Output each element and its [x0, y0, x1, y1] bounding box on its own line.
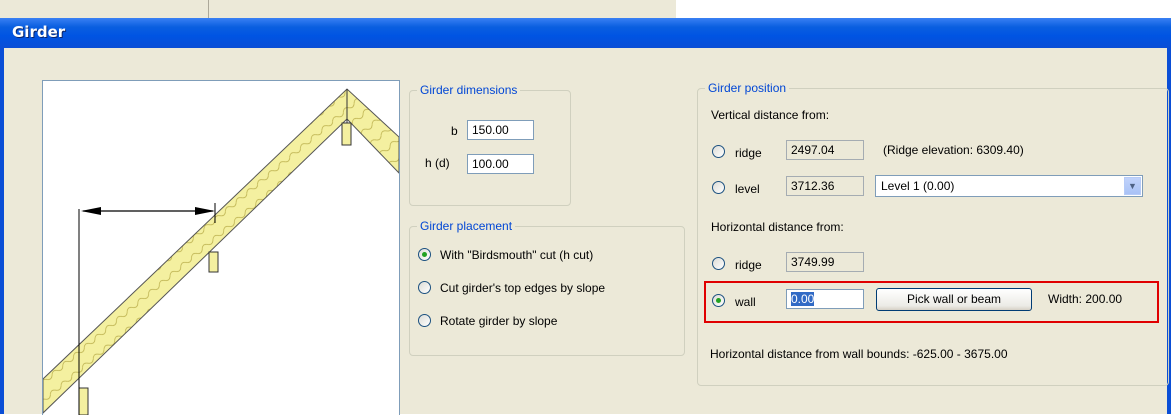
vertical-distance-label: Vertical distance from: — [711, 108, 830, 122]
h-input[interactable]: 100.00 — [467, 154, 534, 174]
wall-bounds-text: Horizontal distance from wall bounds: -6… — [710, 347, 1008, 361]
roof-section-drawing — [43, 88, 399, 415]
pick-wall-or-beam-button[interactable]: Pick wall or beam — [876, 288, 1032, 311]
girder-dimensions-group: Girder dimensions — [409, 83, 571, 206]
radio-cut-top-edges[interactable] — [418, 281, 431, 294]
placement-option-label: With "Birdsmouth" cut (h cut) — [440, 248, 594, 262]
chevron-down-icon[interactable]: ▼ — [1124, 177, 1141, 195]
level-select[interactable]: Level 1 (0.00) ▼ — [875, 175, 1143, 197]
girder-position-legend: Girder position — [705, 81, 790, 95]
horizontal-ridge-label: ridge — [735, 258, 762, 272]
girder-dimensions-legend: Girder dimensions — [417, 83, 521, 97]
wall-distance-input[interactable]: 0.00 — [786, 289, 864, 309]
girder-placement-legend: Girder placement — [417, 219, 516, 233]
vertical-ridge-value: 2497.04 — [786, 140, 864, 160]
radio-rotate[interactable] — [418, 314, 431, 327]
wall-width-text: Width: 200.00 — [1048, 292, 1123, 306]
horizontal-ridge-value: 3749.99 — [786, 252, 864, 272]
placement-option-label: Rotate girder by slope — [440, 314, 558, 328]
radio-horizontal-wall[interactable] — [712, 294, 725, 307]
b-input[interactable]: 150.00 — [467, 120, 534, 140]
wall-distance-value: 0.00 — [791, 292, 815, 306]
girder-preview — [42, 80, 400, 415]
horizontal-wall-label: wall — [735, 295, 756, 309]
radio-vertical-level[interactable] — [712, 181, 725, 194]
placement-option-label: Cut girder's top edges by slope — [440, 281, 606, 295]
ridge-elevation-note: (Ridge elevation: 6309.40) — [883, 143, 1024, 157]
girder-position-group: Girder position — [697, 81, 1169, 386]
window-title: Girder — [12, 23, 66, 41]
vertical-level-label: level — [735, 182, 760, 196]
radio-vertical-ridge[interactable] — [712, 145, 725, 158]
h-label: h (d) — [425, 156, 450, 170]
horizontal-distance-label: Horizontal distance from: — [711, 220, 844, 234]
vertical-level-value: 3712.36 — [786, 176, 864, 196]
background-window-strip — [0, 0, 1171, 18]
level-select-value: Level 1 (0.00) — [881, 179, 955, 193]
radio-birdsmouth[interactable] — [418, 248, 431, 261]
b-label: b — [451, 124, 458, 138]
title-bar[interactable]: Girder — [0, 18, 1171, 48]
vertical-ridge-label: ridge — [735, 146, 762, 160]
radio-horizontal-ridge[interactable] — [712, 257, 725, 270]
